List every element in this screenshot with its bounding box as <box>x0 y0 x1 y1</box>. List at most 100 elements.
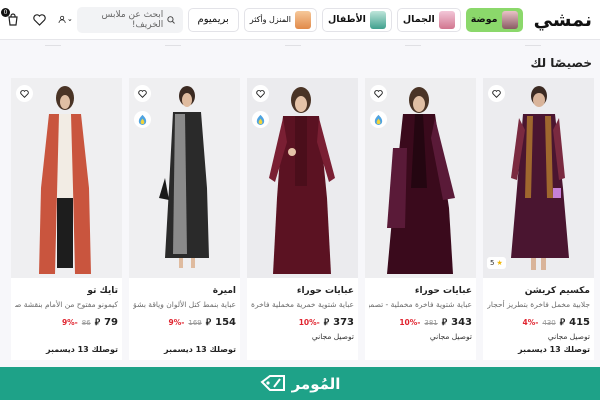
delivery-eta: توصلك 13 ديسمبر <box>517 345 590 354</box>
wishlist-button[interactable] <box>370 85 387 102</box>
discount-badge: -4% <box>522 318 539 327</box>
category-kids-label: الأطفال <box>327 14 366 25</box>
bestseller-icon <box>252 111 269 128</box>
product-photo <box>39 86 91 274</box>
product-price: 154 <box>215 317 236 328</box>
category-home-label: المنزل وأكثر <box>249 15 291 24</box>
price-row: 415 ⃁ 430 -4% <box>487 317 590 328</box>
price-row: 343 ⃁ 381 -10% <box>369 317 472 328</box>
product-brand[interactable]: عبايات حوراء <box>369 286 472 296</box>
free-shipping-label: توصيل مجاني <box>547 332 590 341</box>
product-price: 79 <box>104 317 118 328</box>
site-logo[interactable]: نمشي <box>534 9 593 31</box>
footer-brand-text: المُومر <box>291 374 341 393</box>
old-price: 169 <box>188 319 202 327</box>
riyal-icon: ⃁ <box>441 318 448 328</box>
product-card[interactable]: تايك تو كيمونو مفتوح من الأمام بنقشة صدف… <box>11 78 122 360</box>
chevron-down-icon <box>68 18 72 21</box>
product-image[interactable] <box>247 78 358 278</box>
wishlist-button[interactable] <box>16 85 33 102</box>
product-description[interactable]: كيمونو مفتوح من الأمام بنقشة صدفة <box>15 300 118 309</box>
product-image[interactable]: ★ 5 <box>483 78 594 278</box>
old-price: 430 <box>542 319 556 327</box>
heart-icon <box>138 89 147 98</box>
free-shipping-label: توصيل مجاني <box>311 332 354 341</box>
price-row: 373 ⃁ -10% <box>251 317 354 328</box>
discount-badge: -9% <box>168 318 185 327</box>
home-thumb-icon <box>294 10 311 29</box>
search-placeholder: ابحث عن ملابس الخريف! <box>101 9 164 30</box>
product-description[interactable]: عباية شتوية فاخرة مخملية - تصميم... <box>369 300 472 309</box>
product-description[interactable]: عباية بنمط كتل الألوان وياقة بشق <box>133 300 236 309</box>
product-grid: ★ 5 مكسيم كريشن جلابية مخمل فاخرة بتطريز… <box>10 78 594 360</box>
product-price: 373 <box>333 317 354 328</box>
category-beauty[interactable]: الجمال <box>396 7 461 32</box>
delivery-eta: توصلك 13 ديسمبر <box>163 345 236 354</box>
product-info: تايك تو كيمونو مفتوح من الأمام بنقشة صدف… <box>11 278 122 328</box>
riyal-icon: ⃁ <box>205 318 212 328</box>
kids-thumb-icon <box>369 10 386 29</box>
product-photo <box>511 86 569 270</box>
wishlist-button[interactable] <box>134 85 151 102</box>
category-fashion[interactable]: موضة <box>465 7 523 32</box>
product-photo <box>387 87 455 274</box>
search-icon <box>167 15 176 24</box>
product-image[interactable] <box>365 78 476 278</box>
category-home[interactable]: المنزل وأكثر <box>243 7 317 32</box>
search-input[interactable]: ابحث عن ملابس الخريف! <box>77 6 183 33</box>
product-brand[interactable]: مكسيم كريشن <box>487 286 590 296</box>
product-brand[interactable]: تايك تو <box>15 286 118 296</box>
delivery-eta: توصلك 13 ديسمبر <box>45 345 118 354</box>
heart-icon <box>20 89 29 98</box>
wishlist-button[interactable] <box>488 85 505 102</box>
product-description[interactable]: عباية شتوية خمرية مخملية فاخرة -... <box>251 300 354 309</box>
discount-badge: -10% <box>399 318 421 327</box>
price-row: 154 ⃁ 169 -9% <box>133 317 236 328</box>
discount-badge: -9% <box>61 318 78 327</box>
product-description[interactable]: جلابية مخمل فاخرة بتطريز أحجار كريستا... <box>487 300 590 309</box>
wishlist-button[interactable] <box>252 85 269 102</box>
section-title: خصيصًا لك <box>530 56 592 70</box>
star-icon: ★ <box>496 259 503 267</box>
cart-count-badge: 0 <box>1 7 10 17</box>
product-card[interactable]: أميرة عباية بنمط كتل الألوان وياقة بشق 1… <box>129 78 240 360</box>
header-actions: 0 <box>1 7 72 27</box>
footer-brand-band: المُومر <box>0 367 600 400</box>
product-info: مكسيم كريشن جلابية مخمل فاخرة بتطريز أحج… <box>483 278 594 341</box>
heart-icon <box>374 89 383 98</box>
product-price: 343 <box>451 317 472 328</box>
product-info: عبايات حوراء عباية شتوية خمرية مخملية فا… <box>247 278 358 341</box>
premium-button[interactable]: بريميوم <box>187 7 239 32</box>
product-info: عبايات حوراء عباية شتوية فاخرة مخملية - … <box>365 278 476 341</box>
product-card[interactable]: عبايات حوراء عباية شتوية خمرية مخملية فا… <box>247 78 358 360</box>
product-brand[interactable]: أميرة <box>133 286 236 296</box>
cart-button[interactable]: 0 <box>1 7 20 27</box>
old-price: 86 <box>81 319 91 327</box>
category-kids[interactable]: الأطفال <box>321 7 392 32</box>
product-image[interactable] <box>11 78 122 278</box>
account-button[interactable] <box>58 13 72 27</box>
top-header: نمشي موضة الجمال الأطفال المنزل وأكثر بر… <box>0 0 600 40</box>
user-icon <box>58 15 66 24</box>
bestseller-icon <box>134 111 151 128</box>
product-card[interactable]: عبايات حوراء عباية شتوية فاخرة مخملية - … <box>365 78 476 360</box>
bestseller-icon <box>370 111 387 128</box>
tag-logo-icon <box>260 374 285 391</box>
heart-icon <box>492 89 501 98</box>
product-photo <box>159 86 209 268</box>
old-price: 381 <box>424 319 438 327</box>
previous-row-edge <box>0 41 600 47</box>
riyal-icon: ⃁ <box>94 318 101 328</box>
product-brand[interactable]: عبايات حوراء <box>251 286 354 296</box>
wishlist-button[interactable] <box>32 13 46 27</box>
product-image[interactable] <box>129 78 240 278</box>
product-price: 415 <box>569 317 590 328</box>
riyal-icon: ⃁ <box>559 318 566 328</box>
product-photo <box>269 87 335 274</box>
fashion-thumb-icon <box>501 10 518 29</box>
discount-badge: -10% <box>298 318 320 327</box>
category-beauty-label: الجمال <box>402 14 435 25</box>
product-card[interactable]: ★ 5 مكسيم كريشن جلابية مخمل فاخرة بتطريز… <box>483 78 594 360</box>
rating-badge: ★ 5 <box>487 257 506 269</box>
category-fashion-label: موضة <box>470 14 498 25</box>
